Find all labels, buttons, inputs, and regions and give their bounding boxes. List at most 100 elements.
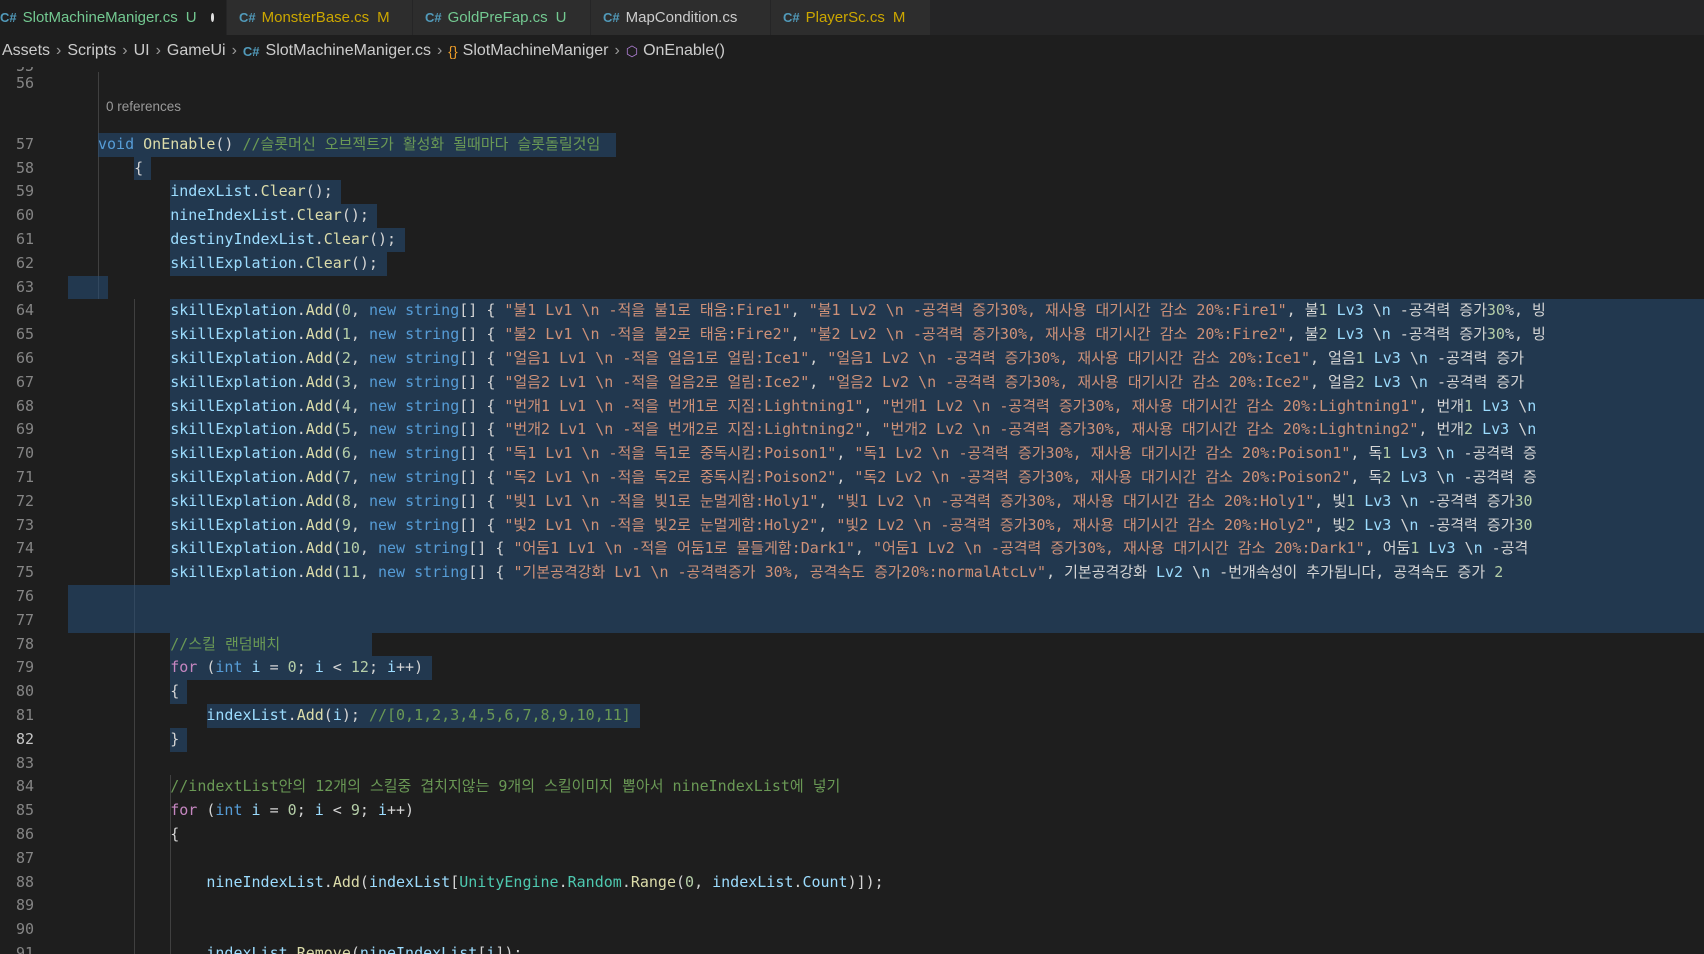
code-area[interactable]: 0 references void OnEnable() //슬롯머신 오브젝트가… <box>68 67 1704 954</box>
code-line[interactable]: indexList.Remove(nineIndexList[i]); <box>98 942 522 954</box>
code-line[interactable]: skillExplation.Add(2, new string[] { "얼음… <box>98 347 1524 371</box>
line-number: 73 <box>15 515 34 534</box>
line-number: 79 <box>15 658 34 677</box>
code-line[interactable]: skillExplation.Add(4, new string[] { "번개… <box>98 395 1536 419</box>
code-line[interactable]: skillExplation.Clear(); <box>98 252 378 276</box>
unsaved-dot-icon[interactable] <box>210 13 214 22</box>
code-line[interactable]: { <box>98 157 143 181</box>
chevron-right-icon: › <box>155 42 161 59</box>
breadcrumb-item[interactable]: GameUi <box>167 42 226 60</box>
selection-highlight <box>68 275 108 300</box>
breadcrumb-item[interactable]: SlotMachineManiger.cs <box>266 42 431 60</box>
code-line[interactable]: skillExplation.Add(1, new string[] { "불2… <box>98 323 1546 347</box>
code-line[interactable]: skillExplation.Add(5, new string[] { "번개… <box>98 418 1536 442</box>
code-line[interactable]: nineIndexList.Add(indexList[UnityEngine.… <box>98 871 883 895</box>
breadcrumb-item[interactable]: Scripts <box>67 42 116 60</box>
breadcrumb-item[interactable]: Assets <box>2 42 50 60</box>
line-number: 58 <box>15 158 34 177</box>
breadcrumb: Assets › Scripts › UI › GameUi › C# SlotMachineMa… <box>0 35 1704 67</box>
line-number: 87 <box>15 848 34 867</box>
line-number: 71 <box>15 468 34 486</box>
code-line[interactable]: skillExplation.Add(8, new string[] { "빛1… <box>98 490 1532 514</box>
git-status-badge: U <box>185 9 197 26</box>
code-line[interactable]: for (int i = 0; i < 12; i++) <box>98 656 423 680</box>
line-number: 91 <box>15 944 34 954</box>
code-line[interactable]: skillExplation.Add(0, new string[] { "불1… <box>98 299 1546 323</box>
line-number: 80 <box>15 682 34 701</box>
line-number: 72 <box>15 491 34 510</box>
tab-playersc-cs[interactable]: C# PlayerSc.cs M <box>771 0 931 35</box>
breadcrumb-item[interactable]: SlotMachineManiger <box>463 42 609 60</box>
line-number: 78 <box>15 634 34 653</box>
line-number: 76 <box>15 587 34 605</box>
tab-mapcondition-cs[interactable]: C# MapCondition.cs <box>591 0 771 35</box>
line-number: 70 <box>15 444 34 463</box>
breadcrumb-item[interactable]: UI <box>134 42 150 60</box>
code-line[interactable]: skillExplation.Add(11, new string[] { "기… <box>98 561 1503 585</box>
code-line[interactable]: destinyIndexList.Clear(); <box>98 228 396 252</box>
tab-monsterbase-cs[interactable]: C# MonsterBase.cs M <box>227 0 413 35</box>
csharp-file-icon: C# <box>783 10 800 25</box>
code-line[interactable]: indexList.Add(i); //[0,1,2,3,4,5,6,7,8,9… <box>98 704 630 728</box>
line-number: 60 <box>15 206 34 225</box>
code-line[interactable]: { <box>98 680 179 704</box>
line-number: 69 <box>15 420 34 439</box>
code-line[interactable]: skillExplation.Add(3, new string[] { "얼음… <box>98 371 1524 395</box>
line-number: 66 <box>15 349 34 367</box>
code-line[interactable]: nineIndexList.Clear(); <box>98 204 369 228</box>
method-cube-icon: ⬡ <box>625 42 639 59</box>
line-number: 89 <box>15 896 34 915</box>
line-number: 81 <box>15 706 34 724</box>
chevron-right-icon: › <box>436 42 443 59</box>
tab-label: MonsterBase.cs <box>261 9 370 26</box>
code-line[interactable]: } <box>98 728 179 752</box>
line-number: 75 <box>15 563 34 582</box>
line-number: 85 <box>15 801 34 820</box>
line-number: 65 <box>15 325 34 344</box>
line-number: 63 <box>15 277 34 296</box>
breadcrumb-item[interactable]: OnEnable() <box>643 42 725 60</box>
line-number: 74 <box>15 539 34 558</box>
git-status-badge: M <box>892 9 906 26</box>
codelens-references[interactable]: 0 references <box>106 97 181 117</box>
code-line[interactable]: { <box>98 823 179 847</box>
line-number: 86 <box>15 825 34 843</box>
line-number: 88 <box>15 872 34 891</box>
line-number: 57 <box>15 134 34 153</box>
code-line[interactable]: //스킬 랜덤배치 <box>98 633 280 657</box>
line-number: 68 <box>15 396 34 415</box>
line-number-gutter: 5556575859606162636465666768697071727374… <box>0 67 58 954</box>
csharp-file-icon: C# <box>242 43 260 59</box>
code-line[interactable]: void OnEnable() //슬롯머신 오브젝트가 활성화 될때마다 슬롯… <box>98 133 600 157</box>
tab-bar: C# SlotMachineManiger.cs U C# MonsterBase.cs… <box>0 0 1704 35</box>
selection-highlight <box>68 585 1704 609</box>
code-line[interactable]: //indextList안의 12개의 스킬중 겹치지않는 9개의 스킬이미지 … <box>98 775 840 799</box>
line-number: 67 <box>15 372 34 391</box>
code-line[interactable]: skillExplation.Add(7, new string[] { "독2… <box>98 466 1537 490</box>
git-status-badge: M <box>377 9 390 26</box>
tab-label: MapCondition.cs <box>625 9 738 26</box>
line-number: 64 <box>15 301 34 320</box>
code-line[interactable]: skillExplation.Add(6, new string[] { "독1… <box>98 442 1537 466</box>
tab-goldprefap-cs[interactable]: C# GoldPreFap.cs U <box>413 0 591 35</box>
code-line[interactable]: indexList.Clear(); <box>98 180 333 204</box>
line-number: 56 <box>15 74 34 92</box>
tab-label: SlotMachineManiger.cs <box>22 9 178 26</box>
code-editor[interactable]: 5556575859606162636465666768697071727374… <box>0 67 1704 954</box>
chevron-right-icon: › <box>122 42 128 59</box>
class-braces-icon: {} <box>448 43 458 59</box>
chevron-right-icon: › <box>56 42 62 59</box>
code-line[interactable]: skillExplation.Add(10, new string[] { "어… <box>98 537 1528 561</box>
code-line[interactable]: skillExplation.Add(9, new string[] { "빛2… <box>98 514 1532 538</box>
tab-label: GoldPreFap.cs <box>447 9 548 26</box>
git-status-badge: U <box>555 9 567 26</box>
code-line[interactable]: for (int i = 0; i < 9; i++) <box>98 799 414 823</box>
line-number: 61 <box>15 230 34 248</box>
csharp-file-icon: C# <box>603 10 620 25</box>
line-number: 90 <box>15 920 34 939</box>
line-number: 84 <box>15 777 34 796</box>
tab-slotmachinemaniger-cs[interactable]: C# SlotMachineManiger.cs U <box>0 0 227 35</box>
line-number: 83 <box>15 753 34 772</box>
line-number: 59 <box>15 182 34 201</box>
csharp-file-icon: C# <box>425 10 442 25</box>
